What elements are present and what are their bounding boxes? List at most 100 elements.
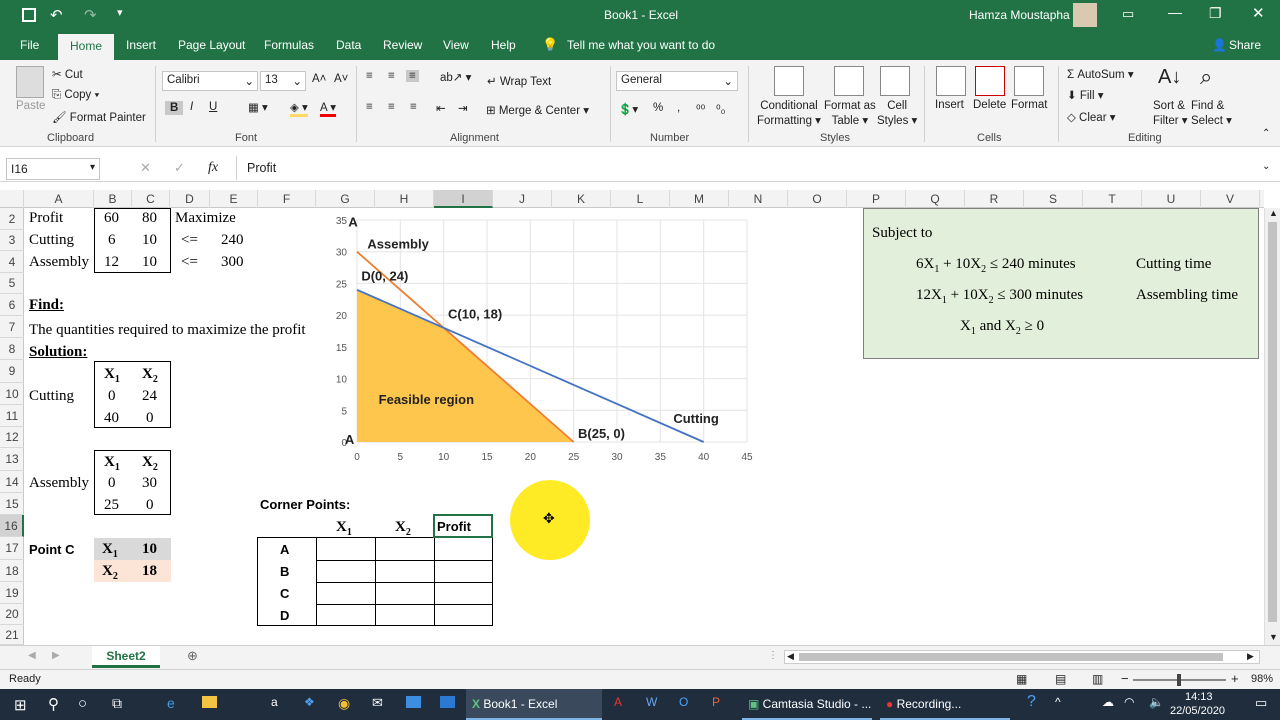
format-as-table-icon[interactable]	[834, 66, 864, 96]
orientation-icon[interactable]: ab↗ ▾	[440, 70, 471, 84]
underline-button[interactable]: U	[209, 101, 217, 113]
page-layout-view-icon[interactable]: ▤	[1055, 672, 1066, 686]
font-name-dropdown[interactable]: Calibri ⌄	[162, 71, 258, 91]
column-header[interactable]: L	[611, 190, 670, 208]
scroll-down-icon[interactable]: ▼	[1269, 632, 1278, 642]
photos-icon[interactable]	[440, 696, 455, 708]
tab-insert[interactable]: Insert	[126, 38, 156, 52]
font-color-icon[interactable]: A ▾	[320, 100, 337, 117]
tray-chevron-icon[interactable]: ^	[1055, 695, 1061, 709]
row-header[interactable]: 3	[0, 230, 24, 251]
scroll-left-icon[interactable]: ◀	[787, 651, 794, 662]
tab-data[interactable]: Data	[336, 38, 361, 52]
bold-button[interactable]: B	[165, 101, 184, 115]
wrap-text-button[interactable]: ↵ Wrap Text	[487, 74, 551, 88]
row-header[interactable]: 20	[0, 604, 24, 625]
column-header[interactable]: G	[316, 190, 375, 208]
column-header[interactable]: B	[94, 190, 132, 208]
insert-function-icon[interactable]: fx	[208, 160, 218, 176]
zoom-in-icon[interactable]: +	[1231, 671, 1239, 686]
select-all[interactable]	[0, 190, 24, 208]
row-header[interactable]: 21	[0, 625, 24, 645]
format-as-table-button[interactable]: Format as Table ▾	[824, 99, 876, 129]
borders-icon[interactable]: ▦ ▾	[248, 100, 268, 114]
row-header[interactable]: 9	[0, 360, 24, 383]
format-painter-button[interactable]: 🖌 Format Painter	[52, 110, 146, 124]
delete-cells-button[interactable]: Delete	[973, 99, 1006, 111]
zoom-slider-handle[interactable]	[1177, 674, 1181, 686]
wifi-icon[interactable]: ◠	[1124, 695, 1134, 709]
name-box[interactable]: I16 ▾	[6, 158, 100, 180]
fill-color-icon[interactable]: ◈ ▾	[290, 100, 308, 117]
sort-filter-button[interactable]: Sort & Filter ▾	[1153, 99, 1188, 129]
redo-icon[interactable]: ↷	[84, 6, 97, 24]
zoom-out-icon[interactable]: −	[1121, 671, 1129, 686]
paste-icon[interactable]	[16, 66, 44, 98]
tab-review[interactable]: Review	[383, 38, 422, 52]
row-header[interactable]: 18	[0, 560, 24, 582]
row-header[interactable]: 10	[0, 383, 24, 405]
column-header[interactable]: C	[132, 190, 170, 208]
column-header[interactable]: Q	[906, 190, 965, 208]
dropbox-icon[interactable]: ❖	[304, 695, 315, 709]
sheet-tab[interactable]: Sheet2	[92, 646, 160, 668]
taskbar-recording[interactable]: ● Recording...	[880, 689, 1010, 720]
row-header[interactable]: 5	[0, 273, 24, 294]
format-cells-button[interactable]: Format	[1011, 99, 1047, 111]
clock-time[interactable]: 14:13	[1185, 691, 1213, 703]
shrink-font-icon[interactable]: A˅	[334, 73, 348, 85]
column-header[interactable]: S	[1024, 190, 1083, 208]
clock-date[interactable]: 22/05/2020	[1170, 705, 1225, 717]
column-header[interactable]: J	[493, 190, 552, 208]
scroll-up-icon[interactable]: ▲	[1269, 208, 1278, 218]
row-header[interactable]: 8	[0, 338, 24, 360]
column-header[interactable]: D	[170, 190, 210, 208]
scroll-right-icon[interactable]: ▶	[1247, 651, 1254, 662]
share-icon[interactable]: 👤	[1212, 38, 1227, 52]
italic-button[interactable]: I	[190, 101, 193, 113]
autosum-button[interactable]: Σ AutoSum ▾	[1067, 67, 1134, 81]
column-header[interactable]: A	[24, 190, 94, 208]
tab-page-layout[interactable]: Page Layout	[178, 38, 245, 52]
grow-font-icon[interactable]: A˄	[312, 73, 326, 85]
clear-button[interactable]: ◇ Clear ▾	[1067, 110, 1116, 124]
scroll-thumb[interactable]	[1268, 222, 1277, 622]
add-sheet-icon[interactable]: ⊕	[187, 648, 198, 664]
column-header[interactable]: U	[1142, 190, 1201, 208]
row-header[interactable]: 7	[0, 316, 24, 338]
windows-start-icon[interactable]: ⊞	[14, 696, 27, 714]
normal-view-icon[interactable]: ▦	[1016, 672, 1027, 686]
acrobat-icon[interactable]: A	[614, 695, 622, 709]
taskbar-excel[interactable]: X Book1 - Excel	[466, 689, 602, 720]
horizontal-scrollbar[interactable]: ◀ ▶	[784, 650, 1260, 664]
share-button[interactable]: Share	[1229, 38, 1261, 52]
conditional-formatting-button[interactable]: Conditional Formatting ▾	[757, 99, 821, 129]
maximize-icon[interactable]: ❐	[1209, 5, 1222, 22]
next-sheet-icon[interactable]: ▶	[52, 650, 60, 661]
column-header[interactable]: K	[552, 190, 611, 208]
tell-me-search[interactable]: Tell me what you want to do	[567, 38, 715, 52]
undo-icon[interactable]: ↶	[50, 6, 63, 24]
search-icon[interactable]: ⚲	[48, 695, 59, 713]
cut-button[interactable]: ✂ Cut	[52, 67, 83, 81]
powerpoint-icon[interactable]: P	[712, 695, 720, 709]
conditional-formatting-icon[interactable]	[774, 66, 804, 96]
insert-cells-icon[interactable]	[936, 66, 966, 96]
sort-filter-icon[interactable]: A↓	[1158, 66, 1181, 89]
column-header[interactable]: R	[965, 190, 1024, 208]
edge-icon[interactable]: e	[167, 695, 175, 711]
minimize-icon[interactable]: —	[1168, 4, 1182, 20]
column-header[interactable]: F	[258, 190, 316, 208]
paste-button[interactable]: Paste	[16, 100, 45, 112]
tab-formulas[interactable]: Formulas	[264, 38, 314, 52]
expand-formula-icon[interactable]: ⌄	[1262, 161, 1270, 172]
accounting-icon[interactable]: 💲▾	[618, 102, 638, 116]
confirm-entry-icon[interactable]: ✓	[174, 160, 185, 176]
vertical-scrollbar[interactable]: ▲ ▼	[1264, 208, 1280, 645]
cortana-icon[interactable]: ○	[78, 695, 87, 712]
word-icon[interactable]: W	[646, 695, 657, 709]
format-cells-icon[interactable]	[1014, 66, 1044, 96]
tab-view[interactable]: View	[443, 38, 469, 52]
network-icon[interactable]: ☁	[1102, 695, 1114, 709]
h-scroll-thumb[interactable]	[799, 653, 1223, 661]
